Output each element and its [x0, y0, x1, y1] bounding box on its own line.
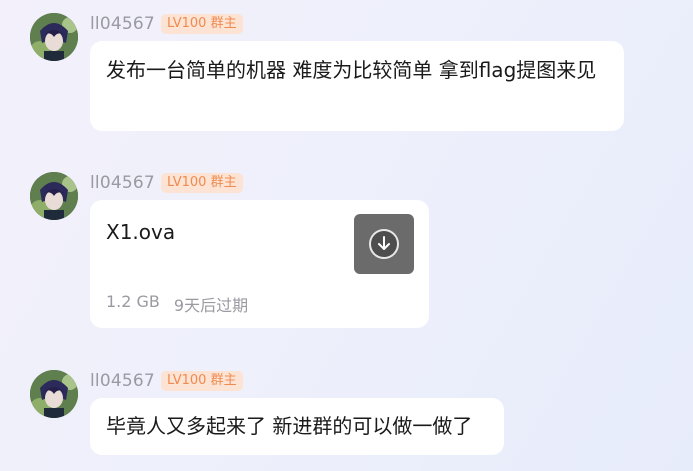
message-header: ll04567 LV100 群主	[90, 13, 243, 35]
role-badge: LV100 群主	[160, 173, 243, 193]
sender-name[interactable]: ll04567	[90, 14, 155, 34]
message-text: 毕竟人又多起来了 新进群的可以做一做了	[106, 414, 473, 438]
file-expiry: 9天后过期	[173, 296, 249, 315]
message-text: 发布一台简单的机器 难度为比较简单 拿到flag提图来见	[106, 58, 597, 82]
file-name: X1.ova	[106, 220, 176, 244]
message-header: ll04567 LV100 群主	[90, 172, 243, 194]
file-size: 1.2 GB	[106, 292, 160, 311]
message-header: ll04567 LV100 群主	[90, 370, 243, 392]
file-card[interactable]: X1.ova 1.2 GB 9天后过期	[90, 200, 429, 328]
download-button[interactable]	[354, 214, 414, 274]
sender-name[interactable]: ll04567	[90, 173, 155, 193]
avatar[interactable]	[30, 13, 78, 61]
role-badge: LV100 群主	[160, 14, 243, 34]
file-info: 1.2 GB 9天后过期	[106, 292, 248, 316]
download-icon	[369, 229, 399, 259]
role-badge: LV100 群主	[160, 371, 243, 391]
avatar[interactable]	[30, 172, 78, 220]
message-bubble[interactable]: 毕竟人又多起来了 新进群的可以做一做了	[90, 398, 504, 455]
message-bubble[interactable]: 发布一台简单的机器 难度为比较简单 拿到flag提图来见	[90, 41, 624, 131]
avatar[interactable]	[30, 370, 78, 418]
sender-name[interactable]: ll04567	[90, 371, 155, 391]
